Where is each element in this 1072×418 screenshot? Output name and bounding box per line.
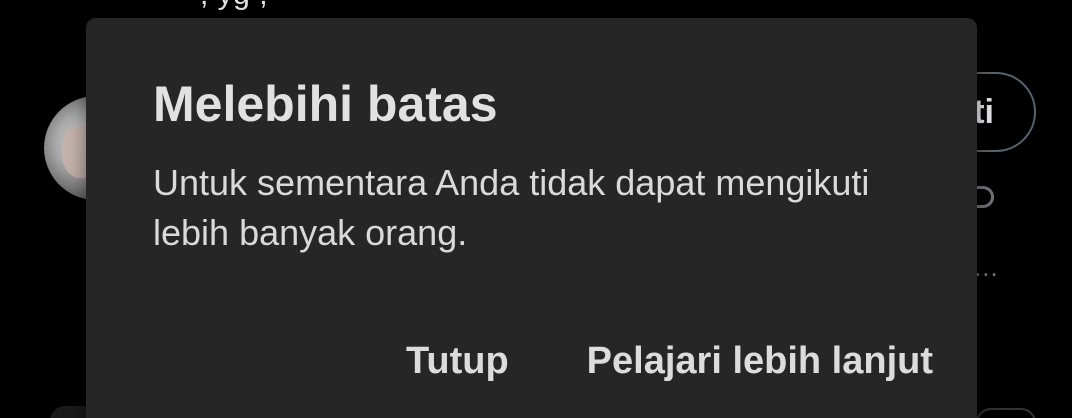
learn-more-button[interactable]: Pelajari lebih lanjut: [587, 334, 933, 388]
background-tweet-text: , yg ,: [200, 0, 268, 12]
limit-dialog: Melebihi batas Untuk sementara Anda tida…: [86, 18, 977, 418]
dialog-message: Untuk sementara Anda tidak dapat mengiku…: [153, 162, 870, 253]
dialog-actions: Tutup Pelajari lebih lanjut: [406, 334, 933, 388]
close-button[interactable]: Tutup: [406, 334, 509, 388]
more-options-icon[interactable]: ...: [974, 252, 999, 283]
reply-icon[interactable]: [976, 186, 994, 208]
background-button-partial: [976, 408, 1036, 418]
screen: , yg , ti ... Melebihi batas Untuk semen…: [0, 0, 1072, 418]
dialog-title: Melebihi batas: [153, 76, 498, 132]
